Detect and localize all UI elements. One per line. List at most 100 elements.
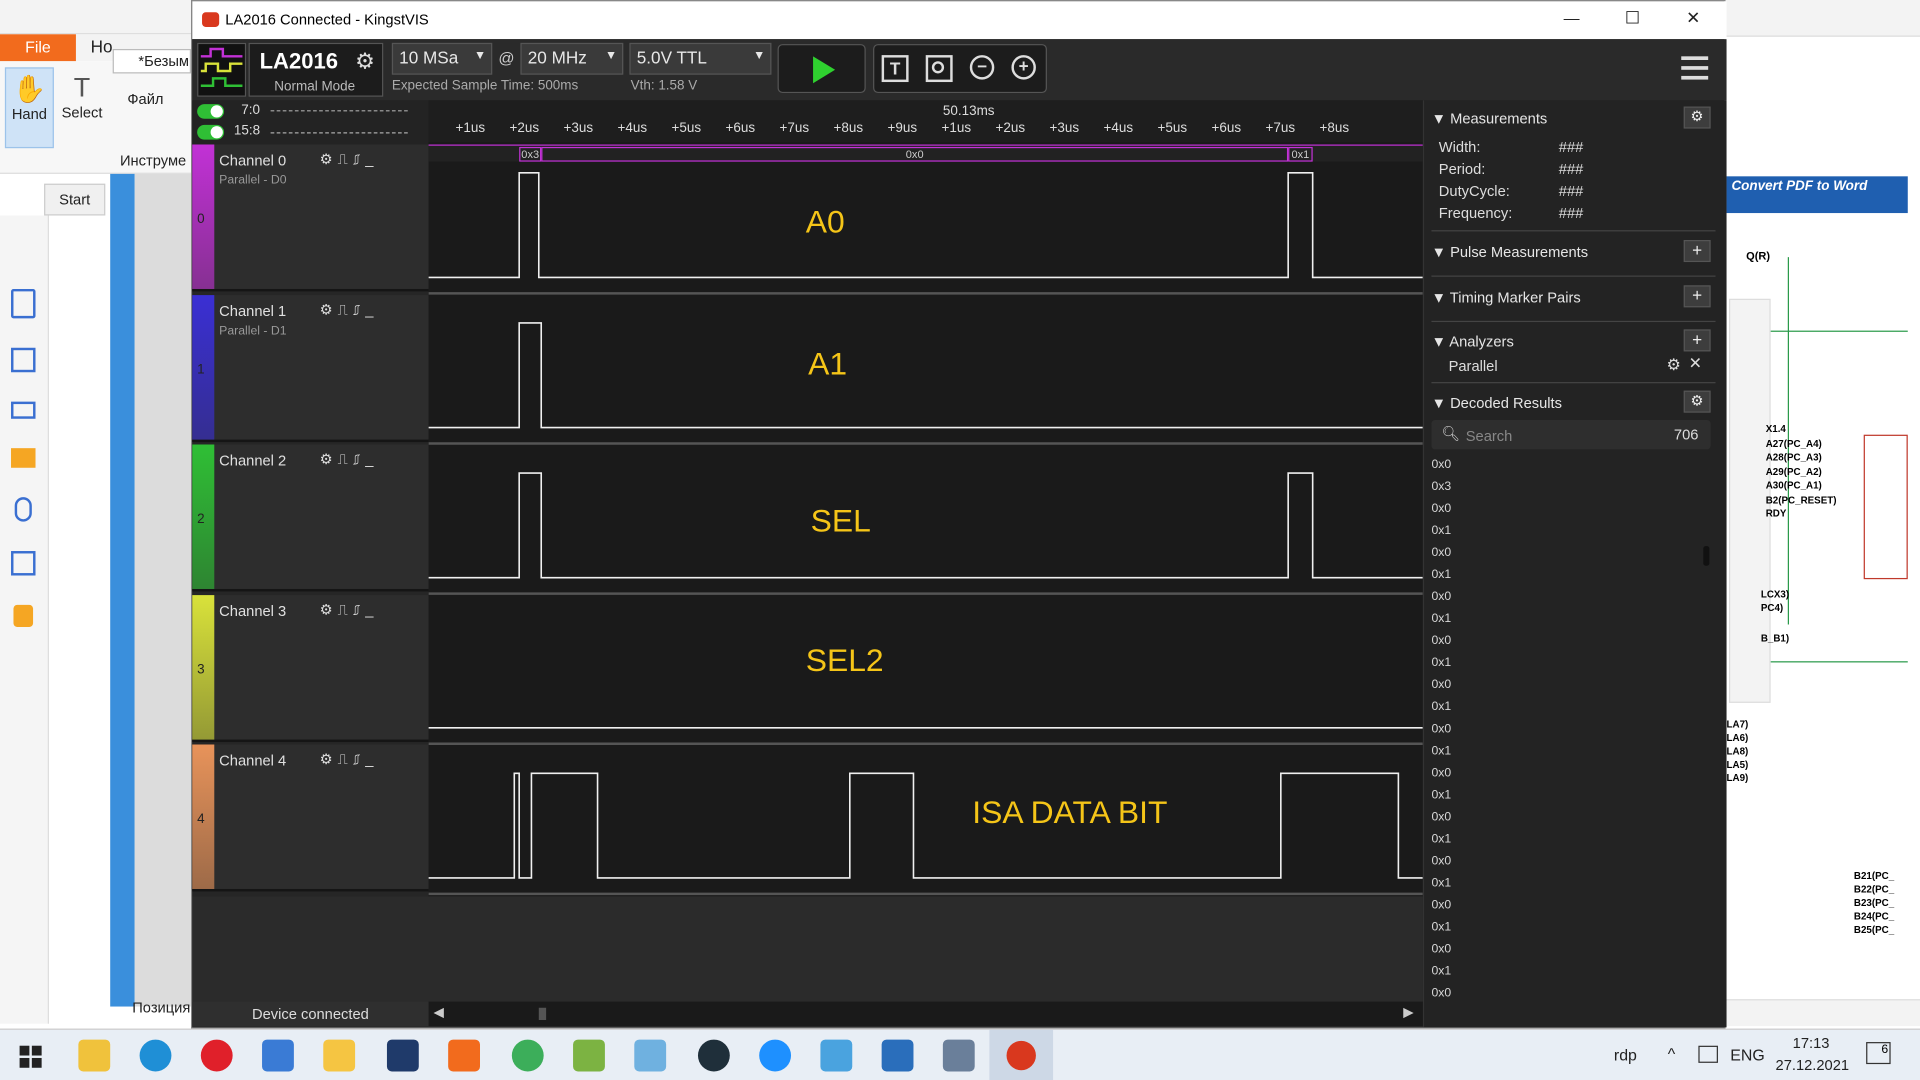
analyzer-settings-icon[interactable]: ⚙ bbox=[1667, 355, 1681, 375]
channel-row[interactable]: 2 Channel 2 ⚙⎍⎎_ bbox=[192, 444, 429, 592]
gear-icon[interactable]: ⚙ bbox=[320, 451, 338, 468]
comments-icon[interactable] bbox=[11, 448, 36, 468]
edge-icon[interactable] bbox=[139, 1039, 172, 1072]
low-level-icon[interactable]: _ bbox=[365, 151, 378, 168]
decoded-result-item[interactable]: 0x1 bbox=[1431, 524, 1451, 537]
clock-date[interactable]: 27.12.2021 bbox=[1776, 1057, 1850, 1074]
mail-icon[interactable] bbox=[262, 1039, 294, 1072]
low-level-icon[interactable]: _ bbox=[365, 601, 378, 618]
decoded-result-item[interactable]: 0x1 bbox=[1431, 877, 1451, 890]
network-icon[interactable] bbox=[1698, 1045, 1718, 1063]
select-tool[interactable]: T Select bbox=[59, 67, 106, 148]
analyzer-remove-icon[interactable]: ✕ bbox=[1689, 354, 1702, 374]
photos-icon[interactable] bbox=[881, 1039, 914, 1072]
rising-edge-icon[interactable]: ⎍ bbox=[338, 751, 353, 768]
scroll-thumb[interactable] bbox=[538, 1007, 547, 1021]
zoom-slider-bar[interactable] bbox=[1724, 999, 1920, 1027]
timing-header[interactable]: ▼ Timing Marker Pairs bbox=[1431, 289, 1580, 306]
rdp-label[interactable]: rdp bbox=[1614, 1046, 1637, 1064]
falling-edge-icon[interactable]: ⎎ bbox=[353, 301, 365, 318]
sample-depth-select[interactable]: 10 MSa ▼ bbox=[391, 42, 493, 75]
add-timing-button[interactable]: + bbox=[1683, 285, 1711, 308]
measurements-settings-icon[interactable]: ⚙ bbox=[1683, 106, 1711, 129]
kicad-icon[interactable] bbox=[697, 1039, 730, 1072]
layers-icon[interactable] bbox=[11, 401, 36, 419]
decoded-scrollbar[interactable] bbox=[1703, 546, 1710, 566]
decoded-result-item[interactable]: 0x1 bbox=[1431, 789, 1451, 802]
decoded-result-item[interactable]: 0x1 bbox=[1431, 921, 1451, 934]
decoded-result-item[interactable]: 0x3 bbox=[1431, 480, 1451, 493]
decoded-result-item[interactable]: 0x0 bbox=[1431, 987, 1451, 1000]
decoded-result-item[interactable]: 0x0 bbox=[1431, 899, 1451, 912]
decoded-result-item[interactable]: 0x0 bbox=[1431, 811, 1451, 824]
gear-icon[interactable]: ⚙ bbox=[320, 301, 338, 318]
hamburger-menu-icon[interactable] bbox=[1681, 54, 1709, 81]
device-box[interactable]: LA2016 Normal Mode ⚙ bbox=[248, 42, 384, 97]
decoded-result-item[interactable]: 0x1 bbox=[1431, 965, 1451, 978]
channel-trigger-icons[interactable]: ⚙⎍⎎_ bbox=[320, 151, 379, 171]
rising-edge-icon[interactable]: ⎍ bbox=[338, 151, 353, 168]
time-ruler[interactable]: 50.13ms +1us +2us +3us +4us +5us +6us +7us +8us… bbox=[428, 100, 1423, 143]
falling-edge-icon[interactable]: ⎎ bbox=[353, 151, 365, 168]
analyzer-parallel[interactable]: Parallel bbox=[1449, 358, 1498, 375]
waveform-area[interactable]: 50.13ms +1us +2us +3us +4us +5us +6us +7us +8us… bbox=[428, 100, 1423, 897]
low-level-icon[interactable]: _ bbox=[365, 301, 378, 318]
measurements-header[interactable]: ▼ Measurements bbox=[1431, 110, 1547, 127]
decoded-result-item[interactable]: 0x0 bbox=[1431, 722, 1451, 735]
channel-name[interactable]: Channel 0 bbox=[219, 152, 286, 169]
zoom-out-icon[interactable]: − bbox=[969, 55, 995, 80]
decoded-result-item[interactable]: 0x0 bbox=[1431, 546, 1451, 559]
bookmarks-icon[interactable] bbox=[11, 347, 36, 373]
doc-tab[interactable]: *Безым bbox=[112, 48, 192, 74]
channel-row[interactable]: 4 Channel 4 ⚙⎍⎎_ bbox=[192, 744, 429, 892]
channel-name[interactable]: Channel 1 bbox=[219, 302, 286, 319]
start-button[interactable] bbox=[777, 44, 866, 94]
hand-tool[interactable]: ✋ Hand bbox=[4, 67, 54, 149]
channel-trigger-icons[interactable]: ⚙⎍⎎_ bbox=[320, 751, 379, 771]
title-bar[interactable]: LA2016 Connected - KingstVIS — ☐ ✕ bbox=[192, 1, 1727, 40]
tools-menu[interactable]: Инструме bbox=[120, 152, 186, 169]
falling-edge-icon[interactable]: ⎎ bbox=[353, 451, 365, 468]
decoded-settings-icon[interactable]: ⚙ bbox=[1683, 390, 1711, 413]
opera-icon[interactable] bbox=[200, 1039, 233, 1072]
close-button[interactable]: ✕ bbox=[1686, 7, 1700, 28]
zoom-fit-icon[interactable] bbox=[925, 55, 953, 83]
device-settings-icon[interactable]: ⚙ bbox=[355, 49, 375, 75]
decoded-result-item[interactable]: 0x0 bbox=[1431, 678, 1451, 691]
decoded-result-item[interactable]: 0x0 bbox=[1431, 502, 1451, 515]
add-analyzer-button[interactable]: + bbox=[1683, 329, 1711, 352]
rising-edge-icon[interactable]: ⎍ bbox=[338, 601, 353, 618]
clock-time[interactable]: 17:13 bbox=[1793, 1035, 1830, 1052]
falling-edge-icon[interactable]: ⎎ bbox=[353, 751, 365, 768]
channel-row[interactable]: 0 Channel 0 Parallel - D0 ⚙⎍⎎_ bbox=[192, 144, 429, 292]
code-icon[interactable] bbox=[386, 1039, 419, 1072]
horizontal-scrollbar[interactable]: ◀ ▶ bbox=[428, 1001, 1423, 1027]
explorer-icon[interactable] bbox=[323, 1039, 356, 1072]
scroll-left-icon[interactable]: ◀ bbox=[433, 1004, 443, 1020]
sketch-icon[interactable] bbox=[820, 1039, 853, 1072]
group-toggle-0[interactable] bbox=[197, 104, 225, 119]
channel-trigger-icons[interactable]: ⚙⎍⎎_ bbox=[320, 451, 379, 471]
channel-row[interactable]: 1 Channel 1 Parallel - D1 ⚙⎍⎎_ bbox=[192, 294, 429, 442]
sample-rate-select[interactable]: 20 MHz ▼ bbox=[520, 42, 624, 75]
notepad-icon[interactable] bbox=[573, 1039, 605, 1072]
channel-name[interactable]: Channel 2 bbox=[219, 452, 286, 469]
search-input[interactable]: Search bbox=[1466, 427, 1513, 444]
channel-name[interactable]: Channel 3 bbox=[219, 602, 286, 619]
decoded-result-item[interactable]: 0x1 bbox=[1431, 612, 1451, 625]
voltage-select[interactable]: 5.0V TTL ▼ bbox=[629, 42, 772, 75]
lock-icon[interactable] bbox=[13, 604, 34, 627]
tray-chevron-icon[interactable]: ^ bbox=[1668, 1044, 1675, 1062]
decoded-result-item[interactable]: 0x1 bbox=[1431, 833, 1451, 846]
channel-name[interactable]: Channel 4 bbox=[219, 752, 286, 769]
decoded-result-item[interactable]: 0x1 bbox=[1431, 656, 1451, 669]
channel-row[interactable]: 3 Channel 3 ⚙⎍⎎_ bbox=[192, 594, 429, 742]
pdf-editor-icon[interactable] bbox=[448, 1039, 481, 1072]
decoded-result-item[interactable]: 0x0 bbox=[1431, 590, 1451, 603]
pulse-header[interactable]: ▼ Pulse Measurements bbox=[1431, 244, 1588, 261]
paint-icon[interactable] bbox=[634, 1039, 667, 1072]
minimize-button[interactable]: — bbox=[1564, 9, 1580, 27]
waveforms[interactable] bbox=[428, 144, 1423, 896]
kingstvis-taskbar-button[interactable] bbox=[989, 1029, 1054, 1080]
add-pulse-button[interactable]: + bbox=[1683, 240, 1711, 263]
